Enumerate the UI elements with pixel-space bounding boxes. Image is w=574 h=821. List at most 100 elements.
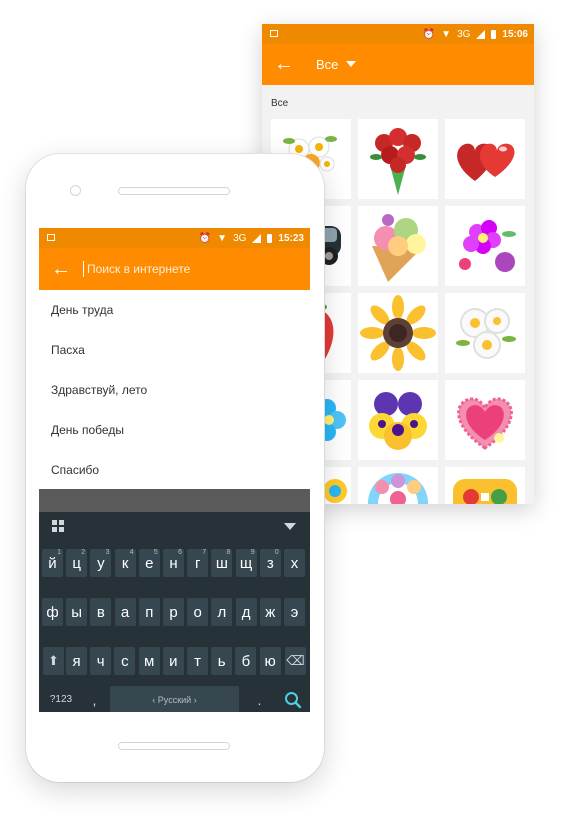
key-label: т <box>194 653 201 670</box>
key-х[interactable]: х <box>284 549 305 577</box>
key-и[interactable]: и <box>162 647 184 675</box>
key-ч[interactable]: ч <box>90 647 112 675</box>
suggestion-item[interactable]: Спасибо <box>39 450 310 490</box>
key-г[interactable]: г7 <box>187 549 209 577</box>
key-label: з <box>266 555 274 572</box>
notification-icon <box>47 234 55 241</box>
key-label: у <box>97 555 105 572</box>
key-з[interactable]: з0 <box>259 549 281 577</box>
key-ю[interactable]: ю <box>259 647 281 675</box>
arrow-left-icon[interactable]: ← <box>39 258 83 281</box>
key-number-hint: 7 <box>202 549 207 556</box>
sticker-pansies[interactable] <box>358 380 438 460</box>
key-ф[interactable]: ф <box>42 598 63 626</box>
sticker-ice-cream-cone[interactable] <box>358 206 438 286</box>
key-я[interactable]: я <box>66 647 87 675</box>
key-number-hint: 1 <box>57 549 61 556</box>
key-щ[interactable]: щ9 <box>235 549 257 577</box>
key-п[interactable]: п <box>138 598 160 626</box>
suggestion-item[interactable]: День труда <box>39 290 310 330</box>
network-type: 3G <box>233 232 247 244</box>
key-а[interactable]: а <box>114 598 136 626</box>
key-ц[interactable]: ц2 <box>66 549 88 577</box>
key-label: й <box>48 555 57 572</box>
scrim <box>39 489 310 512</box>
key-label: ю <box>264 653 276 670</box>
key-label: я <box>72 653 81 670</box>
sticker-purple-flowers[interactable] <box>445 206 525 286</box>
key-е[interactable]: е5 <box>138 549 160 577</box>
key-label: ж <box>265 604 276 621</box>
key-ш[interactable]: ш8 <box>211 549 233 577</box>
sticker-flower-wreath[interactable] <box>358 467 438 504</box>
comma-key[interactable]: , <box>84 686 105 712</box>
sticker-sunflower[interactable] <box>358 293 438 373</box>
backspace-key[interactable]: ⌫ <box>285 647 306 675</box>
sticker-two-hearts[interactable] <box>445 119 525 199</box>
key-label: и <box>169 653 178 670</box>
network-type: 3G <box>457 28 471 40</box>
signal-icon <box>476 29 486 39</box>
key-л[interactable]: л <box>211 598 233 626</box>
key-т[interactable]: т <box>187 647 208 675</box>
key-label: г <box>194 555 201 572</box>
battery-icon <box>267 233 273 243</box>
earpiece-speaker <box>118 187 230 195</box>
key-о[interactable]: о <box>187 598 209 626</box>
chevron-down-icon[interactable] <box>284 523 296 530</box>
shift-key[interactable]: ⬆ <box>43 647 64 675</box>
wifi-icon: ▼ <box>441 28 452 40</box>
key-label: ц <box>72 555 81 572</box>
key-к[interactable]: к4 <box>114 549 136 577</box>
search-screen: ⏰ ▼ 3G 15:23 ← День труда Пасха Здравств… <box>39 228 310 712</box>
home-button[interactable] <box>118 742 230 750</box>
key-д[interactable]: д <box>235 598 257 626</box>
suggestion-item[interactable]: День победы <box>39 410 310 450</box>
image-notification-icon <box>270 30 278 37</box>
key-label: х <box>290 555 299 572</box>
key-label: в <box>96 604 105 621</box>
status-bar: ⏰ ▼ 3G 15:06 <box>262 24 534 44</box>
space-key[interactable]: ‹ Русский › <box>110 686 239 712</box>
key-ы[interactable]: ы <box>66 598 88 626</box>
symbols-key[interactable]: ?123 <box>43 686 79 712</box>
grid-icon[interactable] <box>52 520 64 532</box>
key-э[interactable]: э <box>284 598 305 626</box>
keyboard-top-bar <box>39 512 310 538</box>
status-time: 15:06 <box>502 28 528 40</box>
suggestion-item[interactable]: Пасха <box>39 330 310 370</box>
arrow-left-icon[interactable]: ← <box>262 53 306 76</box>
section-label: Все <box>271 98 289 109</box>
key-label: р <box>169 604 178 621</box>
key-label: с <box>121 653 129 670</box>
key-label: л <box>217 604 227 621</box>
key-н[interactable]: н6 <box>163 549 184 577</box>
status-bar: ⏰ ▼ 3G 15:23 <box>39 228 310 248</box>
search-input[interactable] <box>83 261 289 277</box>
key-label: ы <box>71 604 83 621</box>
key-у[interactable]: у3 <box>90 549 112 577</box>
triangle-down-icon <box>346 61 357 68</box>
key-ж[interactable]: ж <box>259 598 281 626</box>
key-number-hint: 2 <box>81 549 86 556</box>
key-label: к <box>121 555 129 572</box>
category-dropdown[interactable]: Все <box>306 56 357 74</box>
key-б[interactable]: б <box>235 647 257 675</box>
key-р[interactable]: р <box>163 598 184 626</box>
sticker-gamepad[interactable] <box>445 467 525 504</box>
period-key[interactable]: . <box>249 686 270 712</box>
sticker-daisies[interactable] <box>445 293 525 373</box>
sticker-rose-bouquet[interactable] <box>358 119 438 199</box>
shift-arrow-icon: ⬆ <box>48 653 59 668</box>
keyboard: й1ц2у3к4е5н6г7ш8щ9з0х фывапролджэ ячсмит… <box>39 512 310 712</box>
suggestion-item[interactable]: Здравствуй, лето <box>39 370 310 410</box>
search-key[interactable] <box>279 686 306 712</box>
battery-icon <box>491 29 497 39</box>
key-й[interactable]: й1 <box>42 549 63 577</box>
key-м[interactable]: м <box>138 647 160 675</box>
key-в[interactable]: в <box>90 598 112 626</box>
sticker-lace-heart[interactable] <box>445 380 525 460</box>
key-ь[interactable]: ь <box>211 647 233 675</box>
key-label: а <box>120 604 130 621</box>
key-с[interactable]: с <box>114 647 136 675</box>
